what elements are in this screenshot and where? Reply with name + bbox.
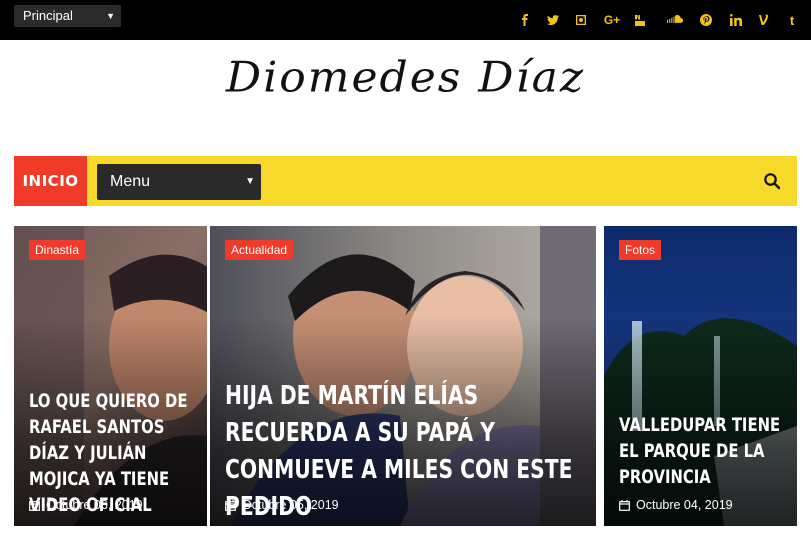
calendar-icon xyxy=(225,499,236,511)
article-card[interactable]: Actualidad HIJA DE MARTÍN ELÍAS RECUERDA… xyxy=(210,226,596,526)
calendar-icon xyxy=(619,499,630,511)
chevron-down-icon: ▼ xyxy=(106,11,115,21)
date-text: Octubre 05, 2019 xyxy=(242,498,339,512)
main-nav: INICIO Menu ▼ xyxy=(14,156,797,206)
facebook-icon[interactable] xyxy=(515,11,535,29)
article-date: Octubre 06, 2019 xyxy=(29,498,143,512)
date-text: Octubre 04, 2019 xyxy=(636,498,733,512)
section-select-value: Principal xyxy=(23,8,73,23)
article-date: Octubre 05, 2019 xyxy=(225,498,339,512)
article-card[interactable]: Dinastía LO QUE QUIERO DE RAFAEL SANTOS … xyxy=(14,226,207,526)
chevron-down-icon: ▼ xyxy=(245,176,255,187)
google-plus-icon[interactable]: G+ xyxy=(600,11,624,29)
category-badge[interactable]: Dinastía xyxy=(29,240,86,260)
category-badge[interactable]: Fotos xyxy=(619,240,662,260)
search-icon[interactable] xyxy=(763,172,781,190)
date-text: Octubre 06, 2019 xyxy=(46,498,143,512)
youtube-icon[interactable] xyxy=(630,11,650,29)
section-select[interactable]: Principal ▼ xyxy=(14,5,121,27)
article-card[interactable]: Fotos VALLEDUPAR TIENE EL PARQUE DE LA P… xyxy=(604,226,797,526)
vine-icon[interactable] xyxy=(754,11,774,29)
menu-select-value: Menu xyxy=(110,173,151,190)
nav-home-link[interactable]: INICIO xyxy=(14,156,87,206)
top-bar: Principal ▼ G+ t xyxy=(0,0,811,40)
tumblr-icon[interactable]: t xyxy=(782,11,802,29)
linkedin-icon[interactable] xyxy=(726,11,746,29)
instagram-icon[interactable] xyxy=(571,11,591,29)
menu-select[interactable]: Menu ▼ xyxy=(97,164,261,200)
twitter-icon[interactable] xyxy=(543,11,563,29)
pinterest-icon[interactable] xyxy=(696,11,716,29)
soundcloud-icon[interactable] xyxy=(662,11,688,29)
article-date: Octubre 04, 2019 xyxy=(619,498,733,512)
category-badge[interactable]: Actualidad xyxy=(225,240,294,260)
calendar-icon xyxy=(29,499,40,511)
article-title[interactable]: VALLEDUPAR TIENE EL PARQUE DE LA PROVINC… xyxy=(619,412,789,490)
site-logo[interactable]: Diomedes Díaz xyxy=(0,53,811,101)
